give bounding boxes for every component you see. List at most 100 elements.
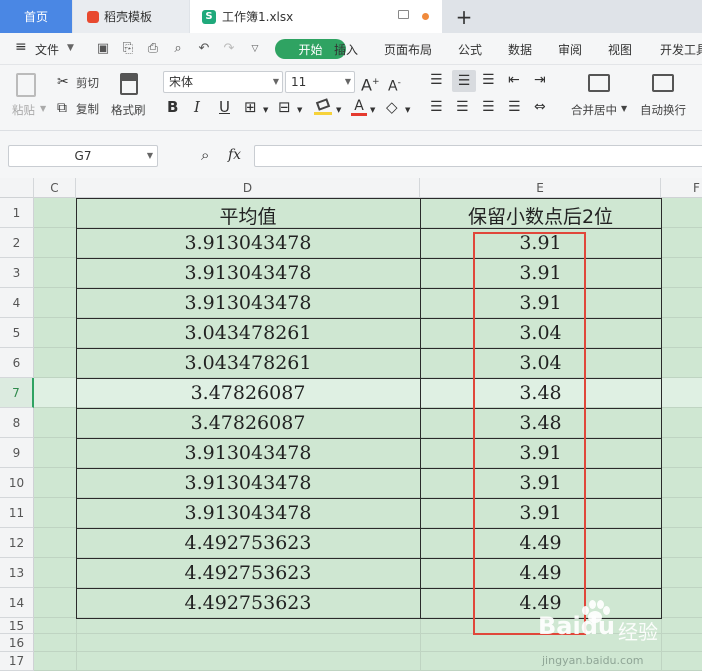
clear-format-dropdown-icon[interactable]: ▼ — [405, 101, 410, 119]
align-right-icon[interactable]: ☰ — [482, 98, 495, 116]
cell-d-value[interactable]: 3.913043478 — [76, 292, 420, 314]
cell-d-value[interactable]: 3.47826087 — [76, 412, 420, 434]
row-header[interactable]: 15 — [0, 618, 34, 634]
hamburger-icon[interactable]: ≡ — [15, 39, 27, 55]
cell-d-value[interactable]: 3.913043478 — [76, 472, 420, 494]
customize-icon[interactable]: ▽ — [248, 42, 262, 56]
redo-icon[interactable]: ↷ — [222, 42, 236, 56]
menu-data[interactable]: 数据 — [508, 41, 532, 58]
decrease-indent-icon[interactable]: ⇤ — [508, 71, 520, 89]
increase-indent-icon[interactable]: ⇥ — [534, 71, 546, 89]
cell-d-value[interactable]: 4.492753623 — [76, 562, 420, 584]
font-size-select[interactable]: 11 ▼ — [285, 71, 355, 93]
name-box-dropdown-icon[interactable]: ▼ — [147, 146, 153, 166]
tab-template[interactable]: 稻壳模板 — [73, 0, 189, 33]
row-header[interactable]: 13 — [0, 558, 34, 588]
cell-d-value[interactable]: 3.043478261 — [76, 352, 420, 374]
column-header-e[interactable]: E — [420, 178, 661, 198]
row-header[interactable]: 1 — [0, 198, 34, 228]
paste-button[interactable]: 粘贴 — [12, 102, 35, 118]
column-header-f[interactable]: F — [661, 178, 702, 198]
cell-d-value[interactable]: 3.47826087 — [76, 382, 420, 404]
align-middle-icon[interactable]: ☰ — [452, 70, 476, 92]
scissors-icon[interactable]: ✂ — [57, 73, 69, 91]
align-center-icon[interactable]: ☰ — [456, 98, 469, 116]
window-icon[interactable] — [398, 10, 409, 19]
bold-button[interactable]: B — [167, 98, 178, 116]
menu-formulas[interactable]: 公式 — [458, 41, 482, 58]
select-all-corner[interactable] — [0, 178, 34, 198]
format-painter-icon[interactable] — [120, 73, 138, 95]
wrap-text-icon[interactable] — [652, 74, 674, 92]
cut-button[interactable]: 剪切 — [76, 75, 99, 91]
format-painter-button[interactable]: 格式刷 — [111, 102, 146, 118]
decrease-font-icon[interactable]: A- — [388, 74, 401, 96]
row-header[interactable]: 3 — [0, 258, 34, 288]
undo-icon[interactable]: ↶ — [197, 42, 211, 56]
cell-d-value[interactable]: 3.043478261 — [76, 322, 420, 344]
cell-e1[interactable]: 保留小数点后2位 — [420, 202, 661, 229]
row-header[interactable]: 10 — [0, 468, 34, 498]
chevron-down-icon[interactable]: ▼ — [67, 43, 74, 53]
row-header[interactable]: 16 — [0, 634, 34, 652]
cell-d1[interactable]: 平均值 — [76, 202, 420, 229]
tab-home[interactable]: 首页 — [0, 0, 72, 33]
export-icon[interactable]: ⎘ — [121, 42, 135, 56]
fx-icon[interactable]: fx — [228, 146, 241, 164]
row-header[interactable]: 12 — [0, 528, 34, 558]
underline-button[interactable]: U — [219, 98, 230, 116]
name-box[interactable]: G7 ▼ — [8, 145, 158, 167]
merge-center-dropdown-icon[interactable]: ▼ — [621, 104, 627, 113]
distributed-icon[interactable]: ⇔ — [534, 98, 546, 116]
merge-center-button[interactable]: 合并居中 — [571, 102, 617, 118]
paste-dropdown-icon[interactable]: ▼ — [40, 104, 46, 113]
tab-document[interactable]: S 工作簿1.xlsx — [190, 0, 442, 33]
print-preview-icon[interactable]: ⌕ — [171, 42, 185, 56]
italic-button[interactable]: I — [194, 98, 200, 116]
row-header[interactable]: 17 — [0, 652, 34, 671]
row-header[interactable]: 14 — [0, 588, 34, 618]
save-icon[interactable]: ▣ — [96, 42, 110, 56]
row-header[interactable]: 5 — [0, 318, 34, 348]
merge-center-icon[interactable] — [588, 74, 610, 92]
fill-style-dropdown-icon[interactable]: ▼ — [297, 101, 302, 119]
fill-style-icon[interactable]: ⊟ — [278, 98, 291, 116]
align-left-icon[interactable]: ☰ — [430, 98, 443, 116]
cell-d-value[interactable]: 3.913043478 — [76, 442, 420, 464]
menu-developer[interactable]: 开发工具 — [660, 41, 702, 58]
cell-d-value[interactable]: 3.913043478 — [76, 232, 420, 254]
borders-icon[interactable]: ⊞ — [244, 98, 257, 116]
copy-icon[interactable]: ⧉ — [57, 99, 67, 117]
menu-file[interactable]: 文件 — [35, 41, 59, 58]
row-header[interactable]: 8 — [0, 408, 34, 438]
wrap-text-button[interactable]: 自动换行 — [640, 102, 686, 118]
zoom-search-icon[interactable]: ⌕ — [201, 146, 209, 164]
font-color-icon[interactable]: A — [351, 98, 367, 116]
row-header[interactable]: 9 — [0, 438, 34, 468]
menu-view[interactable]: 视图 — [608, 41, 632, 58]
menu-review[interactable]: 审阅 — [558, 41, 582, 58]
menu-page-layout[interactable]: 页面布局 — [384, 41, 432, 58]
justify-icon[interactable]: ☰ — [508, 98, 521, 116]
column-header-d[interactable]: D — [76, 178, 420, 198]
formula-input[interactable] — [254, 145, 702, 167]
clear-format-icon[interactable]: ◇ — [386, 98, 398, 116]
column-header-c[interactable]: C — [34, 178, 76, 198]
print-icon[interactable]: ⎙ — [146, 42, 160, 56]
row-header[interactable]: 7 — [0, 378, 34, 408]
cell-d-value[interactable]: 3.913043478 — [76, 502, 420, 524]
row-header[interactable]: 2 — [0, 228, 34, 258]
borders-dropdown-icon[interactable]: ▼ — [263, 101, 268, 119]
row-header[interactable]: 4 — [0, 288, 34, 318]
copy-button[interactable]: 复制 — [76, 101, 99, 117]
increase-font-icon[interactable]: A+ — [361, 73, 380, 94]
fill-color-dropdown-icon[interactable]: ▼ — [336, 101, 341, 119]
cell-d-value[interactable]: 4.492753623 — [76, 532, 420, 554]
fill-color-icon[interactable] — [314, 98, 332, 115]
paste-icon[interactable] — [16, 73, 36, 97]
align-top-icon[interactable]: ☰ — [430, 71, 443, 89]
new-tab-button[interactable]: + — [452, 0, 476, 33]
row-header[interactable]: 11 — [0, 498, 34, 528]
font-name-select[interactable]: 宋体 ▼ — [163, 71, 283, 93]
cell-d-value[interactable]: 3.913043478 — [76, 262, 420, 284]
